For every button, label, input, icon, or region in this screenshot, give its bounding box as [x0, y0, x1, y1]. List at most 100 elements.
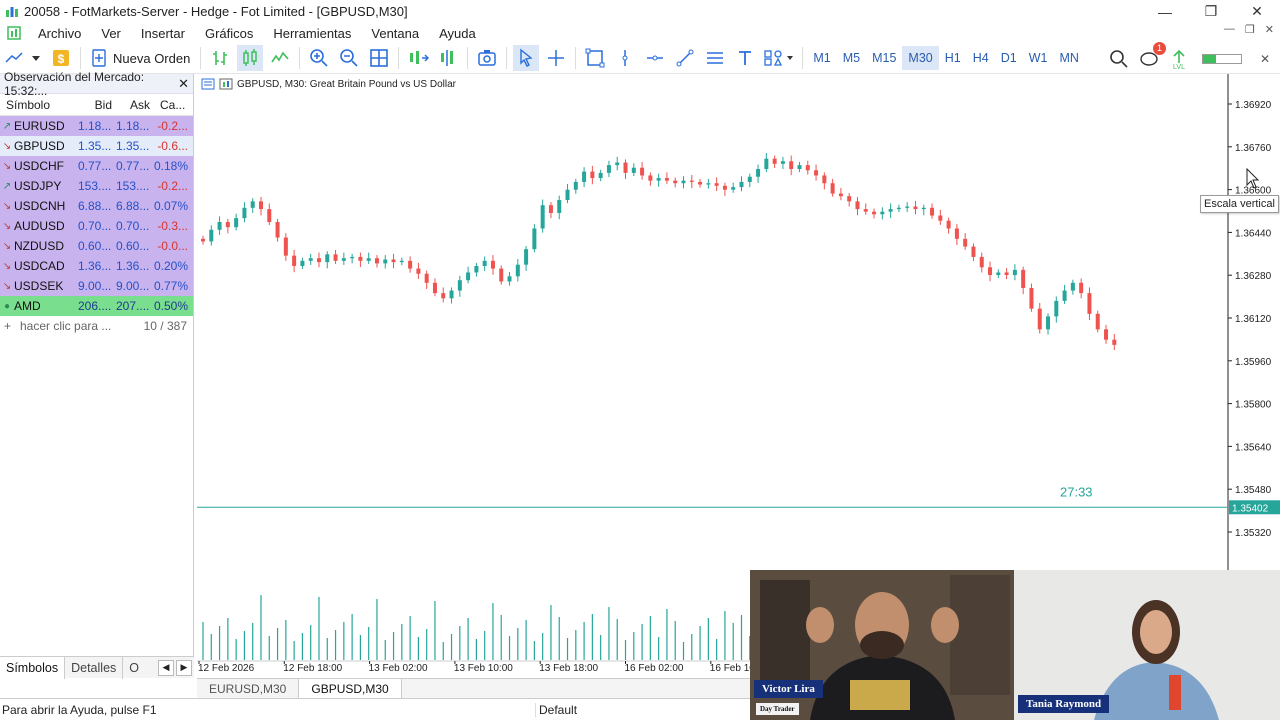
tab-scroll-left-icon[interactable]: ◀: [158, 659, 174, 676]
notifications-icon[interactable]: 1: [1136, 41, 1166, 72]
column-change[interactable]: Ca...: [154, 98, 192, 112]
svg-text:$: $: [58, 52, 65, 66]
dollar-icon[interactable]: $: [48, 45, 74, 71]
arrow-down-icon: ↘: [2, 140, 12, 152]
timeframe-m15[interactable]: M15: [866, 46, 902, 70]
market-watch-row[interactable]: ↘ USDCNH 6.88... 6.88... 0.07%: [0, 196, 193, 216]
time-tick-label: 13 Feb 10:00: [454, 663, 513, 674]
tab-simbolos[interactable]: Símbolos: [0, 656, 66, 679]
market-watch-row[interactable]: ● AMD 206.... 207.... 0.50%: [0, 296, 193, 316]
timeframe-h4[interactable]: H4: [967, 46, 995, 70]
menu-ver[interactable]: Ver: [91, 26, 131, 41]
market-watch-row[interactable]: ↘ NZDUSD 0.60... 0.60... -0.0...: [0, 236, 193, 256]
menu-ayuda[interactable]: Ayuda: [429, 26, 486, 41]
symbol-change: -0.3...: [157, 219, 188, 233]
channel-icon[interactable]: [702, 45, 728, 71]
horizontal-line-icon[interactable]: [642, 45, 668, 71]
mdi-minimize-button[interactable]: —: [1224, 23, 1235, 36]
menu-ventana[interactable]: Ventana: [361, 26, 429, 41]
candle-body: [689, 180, 694, 182]
screenshot-icon[interactable]: [474, 45, 500, 71]
zoom-out-icon[interactable]: [336, 45, 362, 71]
candle-body: [822, 175, 827, 184]
chart-menu-icon[interactable]: [201, 78, 215, 90]
timeframe-m5[interactable]: M5: [837, 46, 866, 70]
timeframe-mn[interactable]: MN: [1053, 46, 1084, 70]
line-chart-icon[interactable]: [267, 45, 293, 71]
add-symbol-row[interactable]: + hacer clic para ... 10 / 387: [0, 316, 193, 336]
symbol-change: 0.20%: [154, 259, 189, 273]
candle-body: [1037, 308, 1042, 330]
menu-herramientas[interactable]: Herramientas: [263, 26, 361, 41]
mdi-restore-button[interactable]: ❐: [1245, 23, 1255, 36]
column-bid[interactable]: Bid: [78, 98, 116, 112]
market-watch-row[interactable]: ↘ AUDUSD 0.70... 0.70... -0.3...: [0, 216, 193, 236]
candlestick-icon[interactable]: [237, 45, 264, 71]
dot-icon: ●: [3, 300, 11, 312]
menu-insertar[interactable]: Insertar: [131, 26, 195, 41]
candle-body: [838, 193, 843, 197]
autoscroll-icon[interactable]: [435, 45, 461, 71]
webcam-left: Victor Lira Day Trader: [750, 570, 1014, 720]
close-button[interactable]: ✕: [1234, 0, 1280, 23]
chart-tab-eurusd[interactable]: EURUSD,M30: [197, 678, 300, 699]
zoom-in-icon[interactable]: [306, 45, 332, 71]
menu-graficos[interactable]: Gráficos: [195, 26, 263, 41]
timeframe-d1[interactable]: D1: [995, 46, 1023, 70]
new-order-button[interactable]: Nueva Orden: [87, 45, 194, 71]
status-help: Para abrir la Ayuda, pulse F1: [2, 702, 157, 717]
restore-button[interactable]: ❐: [1188, 0, 1234, 23]
column-ask[interactable]: Ask: [116, 98, 154, 112]
mdi-close-button[interactable]: ✕: [1265, 23, 1274, 36]
tab-scroll-right-icon[interactable]: ▶: [176, 659, 192, 676]
chart-shift-icon[interactable]: [405, 45, 431, 71]
market-watch-row[interactable]: ↗ EURUSD 1.18... 1.18... -0.2...: [0, 116, 193, 136]
column-symbol[interactable]: Símbolo: [0, 98, 78, 112]
minimize-button[interactable]: —: [1142, 0, 1188, 23]
timeframe-h1[interactable]: H1: [939, 46, 967, 70]
candle-body: [242, 207, 247, 219]
candle-body: [963, 238, 968, 247]
market-watch-row[interactable]: ↘ USDCHF 0.77... 0.77... 0.18%: [0, 156, 193, 176]
status-profile: Default: [535, 702, 705, 717]
symbol-bid: 0.70...: [78, 219, 112, 233]
chart-type-dropdown[interactable]: [2, 45, 44, 71]
market-watch-row[interactable]: ↘ USDSEK 9.00... 9.00... 0.77%: [0, 276, 193, 296]
timeframe-m1[interactable]: M1: [807, 46, 836, 70]
candle-body: [706, 183, 711, 185]
market-watch-close-icon[interactable]: ✕: [178, 76, 189, 92]
symbol-bid: 1.35...: [78, 139, 112, 153]
candle-body: [590, 171, 595, 179]
timeframe-w1[interactable]: W1: [1023, 46, 1054, 70]
guest-name-tag: Tania Raymond: [1018, 695, 1110, 713]
price-tick-label: 1.35800: [1235, 400, 1272, 411]
toolbar-close-icon[interactable]: ✕: [1252, 46, 1278, 72]
crosshair-icon[interactable]: [543, 45, 569, 71]
document-icon[interactable]: [6, 25, 22, 41]
market-watch-row[interactable]: ↘ GBPUSD 1.35... 1.35... -0.6...: [0, 136, 193, 156]
symbol-name: AMD: [14, 299, 41, 313]
text-tool-icon[interactable]: [732, 45, 758, 71]
tab-detalles[interactable]: Detalles: [65, 656, 124, 679]
symbol-ask: 207....: [116, 299, 150, 313]
timeframe-m30[interactable]: M30: [902, 46, 939, 70]
market-watch-row[interactable]: ↘ USDCAD 1.36... 1.36... 0.20%: [0, 256, 193, 276]
shapes-dropdown-icon[interactable]: [762, 45, 796, 71]
symbol-name: USDSEK: [14, 279, 64, 293]
signal-strength-icon[interactable]: LVL: [1166, 46, 1192, 72]
candle-body: [391, 259, 396, 263]
vertical-line-icon[interactable]: [612, 45, 638, 71]
market-watch-row[interactable]: ↗ USDJPY 153.... 153.... -0.2...: [0, 176, 193, 196]
candle-body: [1029, 287, 1034, 309]
rectangle-tool-icon[interactable]: [582, 45, 608, 71]
chart-tab-gbpusd[interactable]: GBPUSD,M30: [299, 678, 402, 699]
bar-chart-icon[interactable]: [207, 45, 233, 71]
symbol-ask: 0.70...: [116, 219, 150, 233]
tab-more[interactable]: O: [123, 657, 145, 679]
candle-body: [217, 222, 222, 230]
cursor-icon[interactable]: [513, 45, 540, 71]
menu-archivo[interactable]: Archivo: [28, 26, 91, 41]
trendline-icon[interactable]: [672, 45, 698, 71]
search-icon[interactable]: [1106, 46, 1132, 72]
tile-windows-icon[interactable]: [366, 45, 392, 71]
